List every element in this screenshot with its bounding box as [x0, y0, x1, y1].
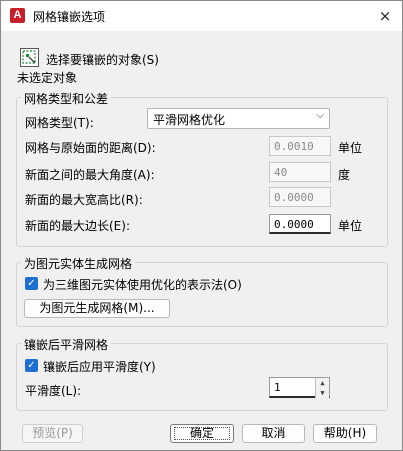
mesh-tessellation-dialog: A 网格镶嵌选项 × 选择要镶嵌的对象(S) 未选定对象 网格类型和公差 网格类…	[0, 0, 403, 451]
chevron-down-icon: ⌵	[316, 110, 324, 121]
apply-smoothness-checkbox[interactable]: ✓	[25, 359, 38, 372]
angle-unit: 度	[338, 168, 351, 182]
optimized-representation-label[interactable]: 为三维图元实体使用优化的表示法(O)	[43, 276, 242, 293]
mesh-type-label: 网格类型(T):	[25, 116, 94, 130]
smoothness-level-field[interactable]: 1 ▲ ▼	[269, 377, 330, 399]
smoothness-spinner[interactable]: ▲ ▼	[315, 378, 329, 399]
distance-label: 网格与原始面的距离(D):	[25, 141, 156, 155]
ok-button[interactable]: 确定	[170, 424, 234, 443]
close-icon: ×	[378, 7, 392, 25]
smoothness-level-value: 1	[274, 381, 281, 394]
autocad-app-icon: A	[10, 8, 25, 23]
aspect-ratio-field[interactable]: 0.0000	[269, 187, 331, 207]
aspect-ratio-label: 新面的最大宽高比(R):	[25, 193, 143, 207]
title-bar: A 网格镶嵌选项 ×	[1, 1, 402, 31]
edge-length-label: 新面的最大边长(E):	[25, 219, 130, 233]
close-button[interactable]: ×	[373, 5, 397, 27]
select-objects-label[interactable]: 选择要镶嵌的对象(S)	[46, 51, 159, 68]
check-icon: ✓	[27, 360, 36, 371]
distance-unit: 单位	[338, 141, 363, 155]
preview-button[interactable]: 预览(P)	[22, 424, 83, 443]
smooth-mesh-group-title: 镶嵌后平滑网格	[21, 336, 112, 353]
optimized-representation-checkbox[interactable]: ✓	[25, 277, 38, 290]
smooth-mesh-group	[16, 343, 388, 411]
cancel-button[interactable]: 取消	[242, 424, 305, 443]
focus-ring	[174, 427, 230, 440]
generate-mesh-button[interactable]: 为图元生成网格(M)...	[24, 299, 170, 318]
smoothness-level-label: 平滑度(L):	[25, 384, 82, 398]
spin-up-icon[interactable]: ▲	[316, 378, 329, 388]
mesh-type-value: 平滑网格优化	[153, 113, 226, 127]
edge-length-field[interactable]: 0.0000	[269, 214, 331, 234]
mesh-type-select[interactable]: 平滑网格优化 ⌵	[147, 108, 330, 129]
angle-field[interactable]: 40	[269, 162, 331, 182]
distance-field[interactable]: 0.0010	[269, 136, 331, 156]
check-icon: ✓	[27, 278, 36, 289]
primitive-solids-group-title: 为图元实体生成网格	[21, 255, 136, 272]
edge-length-unit: 单位	[338, 219, 363, 233]
angle-label: 新面之间的最大角度(A):	[25, 168, 155, 182]
selection-status: 未选定对象	[17, 71, 78, 85]
dialog-title: 网格镶嵌选项	[33, 10, 106, 24]
spin-down-icon[interactable]: ▼	[316, 388, 329, 398]
help-button[interactable]: 帮助(H)	[313, 424, 377, 443]
apply-smoothness-label[interactable]: 镶嵌后应用平滑度(Y)	[43, 358, 156, 375]
mesh-type-group-title: 网格类型和公差	[21, 90, 112, 107]
select-objects-icon[interactable]	[20, 48, 39, 67]
